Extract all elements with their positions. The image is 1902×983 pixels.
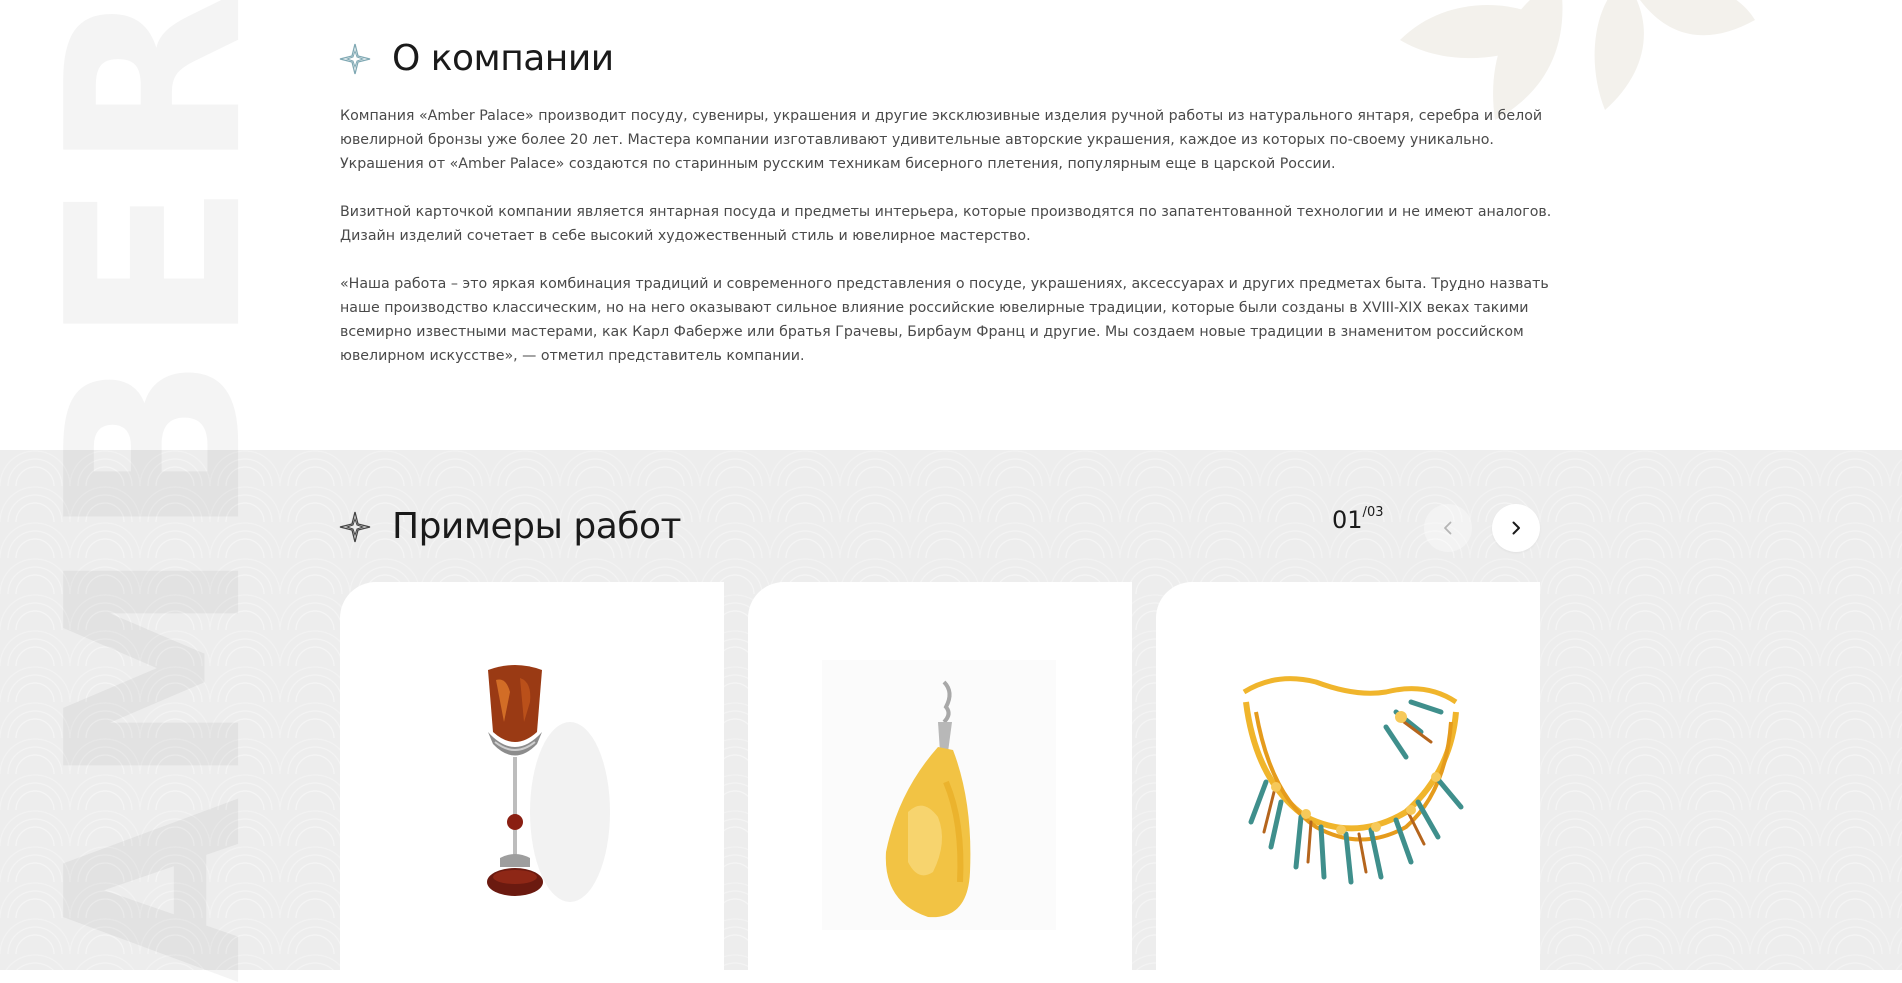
amber-pendant-image — [822, 660, 1056, 930]
work-card[interactable] — [340, 582, 724, 982]
diamond-star-icon — [339, 511, 371, 542]
amber-goblet-image — [487, 665, 610, 902]
about-paragraph: Компания «Amber Palace» производит посуд… — [340, 108, 1543, 172]
chevron-left-icon — [1444, 521, 1452, 535]
work-card[interactable] — [748, 582, 1132, 982]
section-title: Примеры работ — [392, 506, 681, 547]
work-card[interactable] — [1156, 582, 1540, 982]
diamond-star-icon — [339, 43, 371, 74]
about-paragraph: «Наша работа – это яркая комбинация трад… — [340, 276, 1549, 364]
next-slide-button[interactable] — [1492, 504, 1540, 552]
works-heading: Примеры работ — [338, 506, 681, 547]
slide-counter: 01 / 03 — [1332, 505, 1384, 534]
slide-current: 01 — [1332, 506, 1363, 534]
chevron-right-icon — [1512, 521, 1520, 535]
slide-total: 03 — [1366, 505, 1384, 520]
amber-necklace-image — [1242, 676, 1464, 885]
prev-slide-button[interactable] — [1424, 504, 1472, 552]
page-title: О компании — [392, 38, 614, 79]
about-paragraph: Визитной карточкой компании является янт… — [340, 204, 1552, 244]
about-text: Компания «Amber Palace» производит посуд… — [340, 104, 1570, 392]
about-heading: О компании — [338, 38, 614, 79]
